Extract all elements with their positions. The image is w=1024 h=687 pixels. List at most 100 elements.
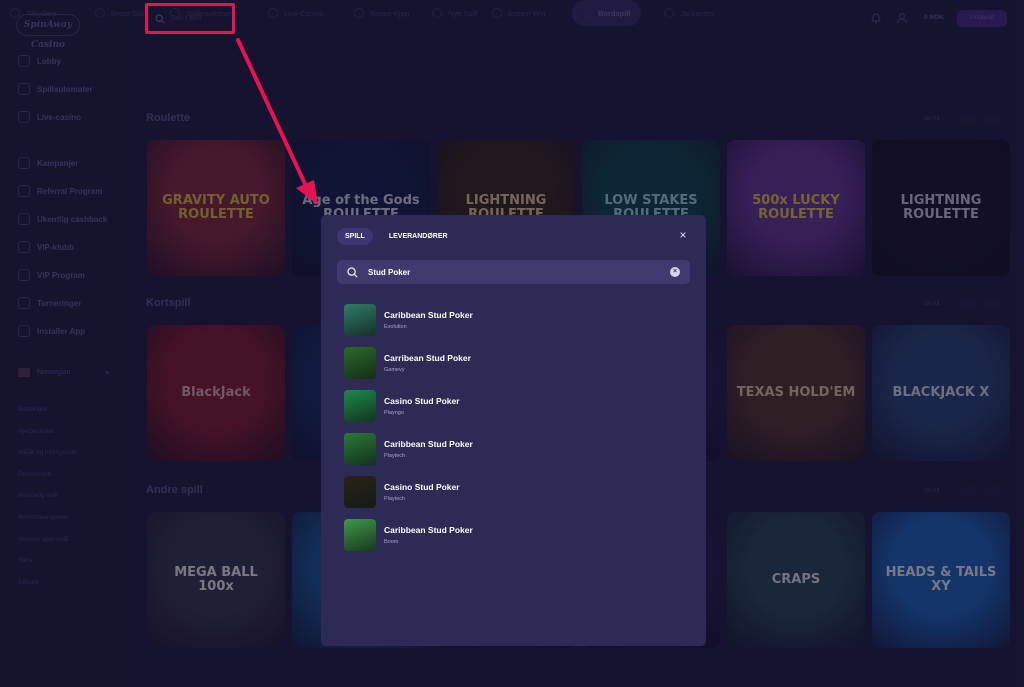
tab-category-3[interactable]: Live-Casino [268, 0, 324, 26]
sidebar-item-7[interactable]: VIP Program [0, 264, 136, 286]
game-tile[interactable]: CRAPS [727, 512, 865, 648]
footer-link[interactable]: Vilkår og betingelser [18, 449, 77, 456]
norway-flag-icon [18, 368, 30, 377]
section-title: Roulette [146, 112, 190, 124]
sidebar-item-label: Kampanjer [37, 158, 79, 168]
sidebar-item-9[interactable]: Installer App [0, 320, 136, 342]
cashback-icon [18, 213, 30, 225]
footer-link[interactable]: Verdien spørsmål [18, 536, 69, 543]
clear-search-icon[interactable]: × [670, 267, 680, 277]
see-all-link[interactable]: Se Alt [924, 488, 940, 494]
arrow-right-icon[interactable] [984, 486, 1002, 496]
carousel-arrows[interactable] [960, 114, 1004, 124]
result-info: Casino Stud Poker Playngo [384, 396, 460, 416]
footer-link[interactable]: Ansvarlig spill [18, 492, 58, 499]
notification-bell-icon[interactable] [870, 12, 882, 24]
arrow-right-icon[interactable] [984, 114, 1002, 124]
sidebar-item-6[interactable]: VIP-klubb [0, 236, 136, 258]
search-result-item[interactable]: Carribean Stud Poker Gamevy [344, 346, 471, 380]
sidebar-item-label: Lobby [37, 56, 61, 66]
sidebar-item-4[interactable]: Referral Program [0, 180, 136, 202]
gift-icon [18, 157, 30, 169]
footer-link[interactable]: Bonusbetingelser [18, 514, 68, 521]
game-thumbnail [344, 347, 376, 379]
result-game-name: Casino Stud Poker [384, 482, 460, 492]
close-icon[interactable]: × [676, 228, 690, 242]
game-tile[interactable]: LIGHTNING ROULETTE [872, 140, 1010, 276]
tab-leverandorer[interactable]: LEVERANDØRER [381, 228, 456, 245]
search-result-item[interactable]: Casino Stud Poker Playtech [344, 475, 460, 509]
trophy-icon [18, 297, 30, 309]
footer-link[interactable]: Hjelpesenter [18, 428, 55, 435]
sidebar-item-0[interactable]: Lobby [0, 50, 136, 72]
sidebar-item-1[interactable]: Spillautomater [0, 78, 136, 100]
result-provider: Gamevy [384, 367, 405, 373]
search-modal: SPILL LEVERANDØRER × × Caribbean Stud Po… [321, 215, 706, 646]
referral-icon [18, 185, 30, 197]
game-tile[interactable]: TEXAS HOLD'EM [727, 325, 865, 461]
tab-category-5[interactable]: Nye Spill [432, 0, 478, 26]
game-tile[interactable]: GRAVITY AUTO ROULETTE [147, 140, 285, 276]
user-account-icon[interactable] [896, 12, 908, 24]
search-result-item[interactable]: Caribbean Stud Poker Playtech [344, 432, 473, 466]
game-tile-title: TEXAS HOLD'EM [736, 385, 856, 401]
language-selector[interactable]: Norwegian ▾ [18, 368, 109, 377]
tab-category-4[interactable]: Bonus-Kjøp [354, 0, 409, 26]
search-result-item[interactable]: Caribbean Stud Poker Evolution [344, 303, 473, 337]
game-tile-title: BLACKJACK X [892, 385, 990, 401]
category-label: Nye Spill [448, 8, 478, 18]
modal-search-input[interactable] [368, 267, 648, 277]
arrow-left-icon[interactable] [960, 299, 978, 309]
game-thumbnail [344, 390, 376, 422]
search-result-item[interactable]: Caribbean Stud Poker Boom [344, 518, 473, 552]
sidebar-item-3[interactable]: Kampanjer [0, 152, 136, 174]
result-provider: Playtech [384, 453, 406, 459]
category-label: Beste Spill [111, 8, 147, 18]
game-tile[interactable]: BLACKJACK X [872, 325, 1010, 461]
deposit-button[interactable]: Innskudd [957, 10, 1007, 27]
carousel-arrows[interactable] [960, 299, 1004, 309]
user-icon [18, 269, 30, 281]
result-info: Casino Stud Poker Playtech [384, 482, 460, 502]
sidebar-item-8[interactable]: Turneringer [0, 292, 136, 314]
game-thumbnail [344, 304, 376, 336]
footer-link[interactable]: Betalinger [18, 406, 47, 413]
arrow-left-icon[interactable] [960, 486, 978, 496]
sidebar-item-label: Spillautomater [37, 84, 93, 94]
game-tile[interactable]: HEADS & TAILS XY [872, 512, 1010, 648]
sidebar-item-label: Referral Program [37, 186, 103, 196]
sidebar-item-2[interactable]: Live-casino [0, 106, 136, 128]
footer-link[interactable]: Affiliate [18, 579, 39, 586]
arrow-right-icon[interactable] [984, 299, 1002, 309]
search-highlight-box [145, 3, 235, 34]
see-all-link[interactable]: Se Alt [924, 301, 940, 307]
tab-spill[interactable]: SPILL [337, 228, 373, 245]
see-all-link[interactable]: Se Alt [924, 116, 940, 122]
arrow-left-icon[interactable] [960, 114, 978, 124]
sidebar-item-5[interactable]: Ukentlig cashback [0, 208, 136, 230]
footer-link[interactable]: Personvern [18, 471, 51, 478]
tab-category-1[interactable]: Beste Spill [95, 0, 146, 26]
game-tile[interactable]: 500x LUCKY ROULETTE [727, 140, 865, 276]
sidebar-item-label: Ukentlig cashback [37, 214, 108, 224]
footer-link[interactable]: Sikre [18, 557, 33, 564]
tab-category-6[interactable]: Instant Win [492, 0, 546, 26]
result-game-name: Casino Stud Poker [384, 396, 460, 406]
carousel-arrows[interactable] [960, 486, 1004, 496]
account-balance: 0 NOK [924, 14, 944, 21]
sidebar-item-label: Turneringer [37, 298, 82, 308]
tab-category-0[interactable]: Tilbydere [10, 0, 57, 26]
sidebar: SpinAway Casino Lobby Spillautomater Live-… [0, 0, 136, 687]
game-tile-title: HEADS & TAILS XY [885, 565, 997, 594]
game-tile[interactable]: BlackJack [147, 325, 285, 461]
game-tile[interactable]: MEGA BALL 100x [147, 512, 285, 648]
search-result-item[interactable]: Casino Stud Poker Playngo [344, 389, 460, 423]
category-icon [268, 8, 278, 18]
modal-tabs: SPILL LEVERANDØRER [337, 228, 456, 245]
category-label: Jackpotter [680, 8, 715, 18]
category-icon [95, 8, 105, 18]
language-label: Norwegian [37, 369, 71, 376]
tab-category-8[interactable]: Jackpotter [664, 0, 715, 26]
category-icon [664, 8, 674, 18]
tab-category-7[interactable]: Bordspill [572, 0, 641, 26]
